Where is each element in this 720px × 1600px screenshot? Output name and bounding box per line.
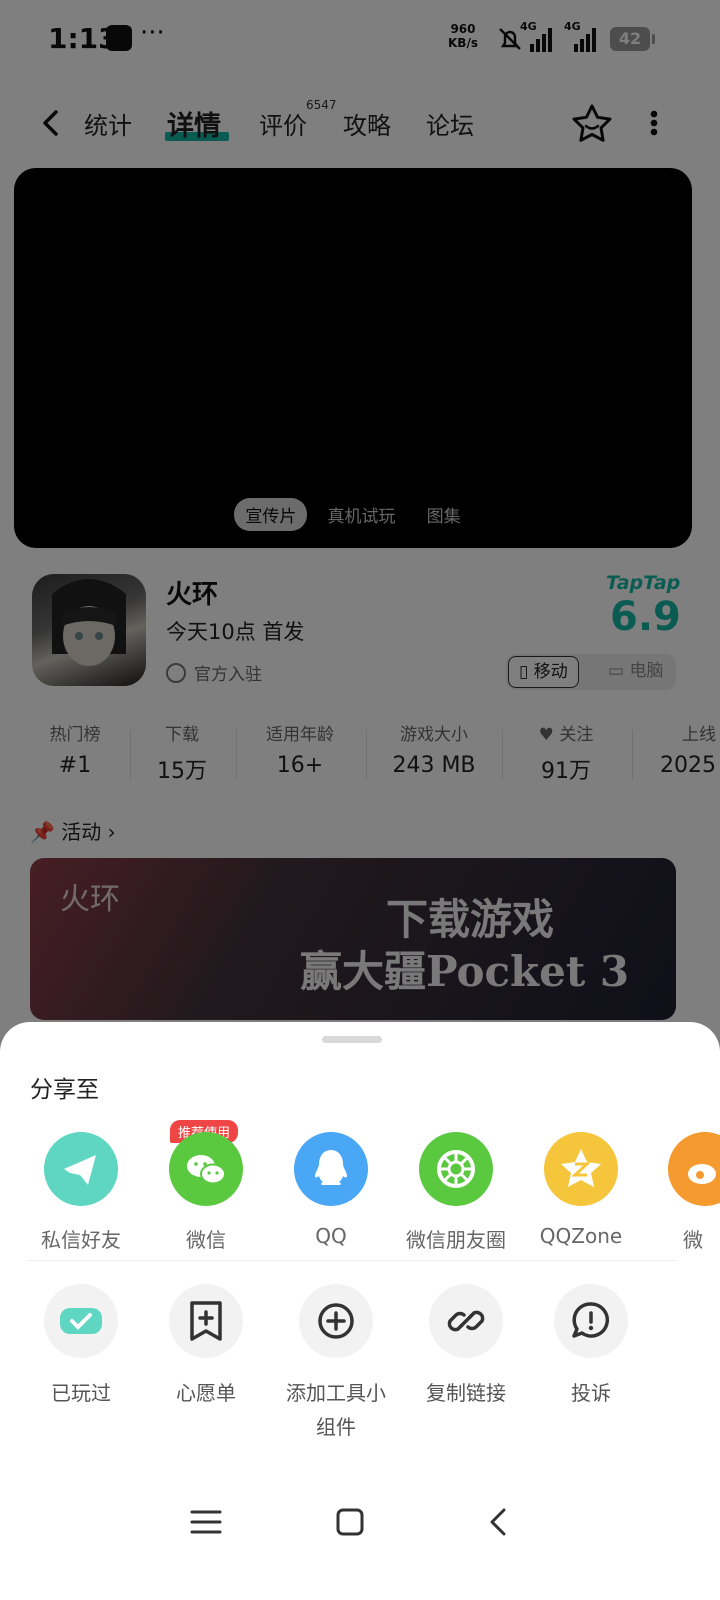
paper-plane-icon <box>44 1132 118 1206</box>
bookmark-add-icon <box>169 1284 243 1358</box>
share-label: 微 <box>683 1228 703 1252</box>
report-button[interactable]: 投诉 <box>516 1284 666 1410</box>
moments-shutter-icon <box>419 1132 493 1206</box>
action-label: 投诉 <box>571 1381 611 1405</box>
link-icon <box>429 1284 503 1358</box>
alert-bubble-icon <box>554 1284 628 1358</box>
add-widget-button[interactable]: 添加工具小组件 <box>261 1284 411 1444</box>
drag-handle[interactable] <box>322 1036 382 1043</box>
menu-icon[interactable] <box>186 1502 226 1542</box>
action-label: 添加工具小组件 <box>286 1381 386 1439</box>
weibo-icon <box>668 1132 720 1206</box>
action-label: 心愿单 <box>176 1381 236 1405</box>
wechat-icon <box>169 1132 243 1206</box>
wishlist-button[interactable]: 心愿单 <box>131 1284 281 1410</box>
qzone-star-icon <box>544 1132 618 1206</box>
share-title: 分享至 <box>30 1077 99 1103</box>
back-icon[interactable] <box>478 1502 518 1542</box>
plus-circle-icon <box>299 1284 373 1358</box>
sheet-divider <box>28 1260 676 1261</box>
qq-icon <box>294 1132 368 1206</box>
share-actions: 已玩过 心愿单 添加工具小组件 复制链接 投诉 <box>0 1284 720 1454</box>
system-nav-bar <box>0 1480 720 1560</box>
share-sheet: 分享至 私信好友 推荐使用 微信 QQ 微信朋友圈 <box>0 1022 720 1600</box>
share-weibo[interactable]: 微 <box>631 1132 720 1253</box>
gamepad-check-icon <box>44 1284 118 1358</box>
home-icon[interactable] <box>330 1502 370 1542</box>
